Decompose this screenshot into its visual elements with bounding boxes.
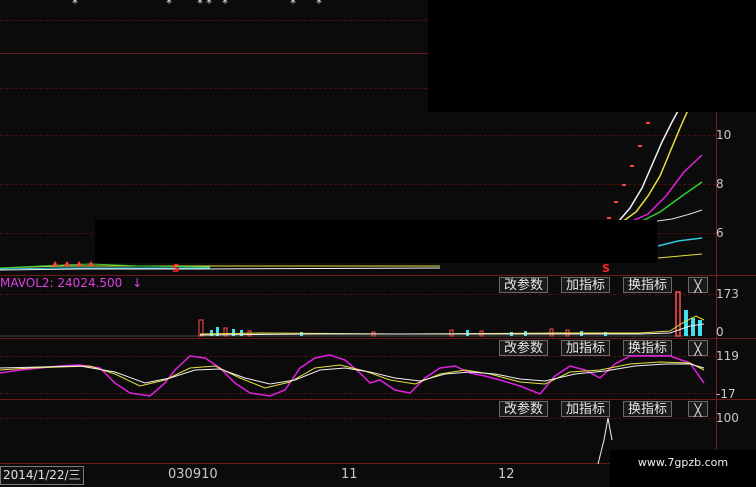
- ma-green: [639, 181, 703, 223]
- overlay-blank: [428, 0, 756, 112]
- price-marker: [52, 261, 58, 266]
- osc-axis-label: 119: [716, 349, 739, 363]
- overlay-blank: [95, 220, 657, 263]
- volume-bar: [698, 320, 702, 336]
- xaxis-tick-label: 11: [341, 467, 358, 482]
- osc-line-magenta: [0, 354, 705, 397]
- volume-bar: [466, 330, 469, 336]
- price-marker: [64, 261, 70, 266]
- ma-magenta: [629, 154, 703, 223]
- price-axis-label: 10: [716, 128, 732, 142]
- sell-signal: S: [602, 262, 610, 275]
- price-axis-label: 8: [716, 177, 724, 191]
- site-watermark: www.7gpzb.com: [610, 450, 756, 487]
- ma-yellow-slow: [657, 253, 703, 259]
- volume-chart: [0, 291, 705, 337]
- oscillator-chart: [0, 354, 705, 397]
- ma-white-slow: [649, 209, 703, 223]
- ma-cyan: [657, 237, 703, 247]
- price-marker: [76, 261, 82, 266]
- xaxis-tick-label: 12: [498, 467, 515, 482]
- osc-axis-label: -17: [716, 387, 736, 401]
- bottom-indicator-chart: [597, 417, 613, 464]
- volume-ma: [199, 315, 705, 335]
- volume-bar: [549, 328, 554, 337]
- price-marker: [88, 261, 94, 266]
- price-axis-label: 6: [716, 226, 724, 240]
- cursor-date-box: 2014/1/22/三: [0, 466, 84, 485]
- sell-signal: S: [172, 262, 180, 275]
- volume-bar: [684, 310, 688, 336]
- xaxis-tick-label: 030910: [168, 467, 218, 482]
- bottom-axis-label: 100: [716, 411, 739, 425]
- volume-bar: [691, 318, 695, 336]
- volume-axis-label: 0: [716, 325, 724, 339]
- volume-bar: [449, 329, 454, 337]
- volume-axis-label: 173: [716, 287, 739, 301]
